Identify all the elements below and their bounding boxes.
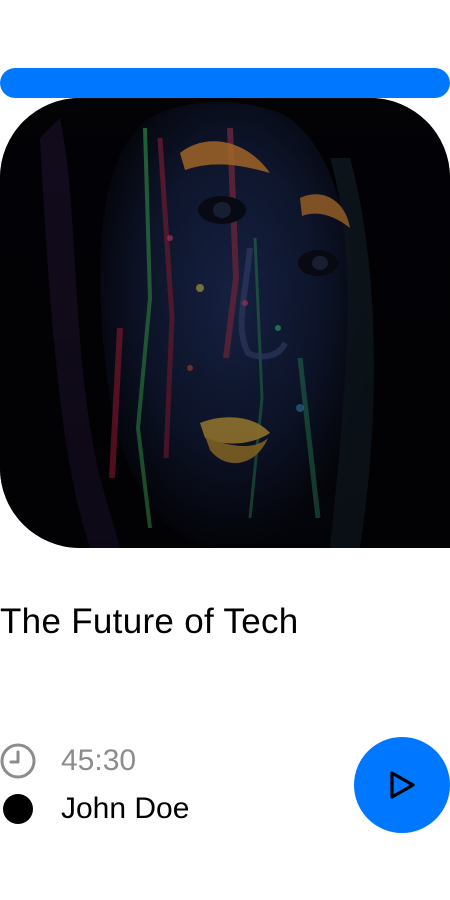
episode-title: The Future of Tech [0, 602, 299, 641]
duration-text: 45:30 [61, 744, 137, 777]
author-row: John Doe [0, 790, 189, 828]
progress-fill [0, 68, 450, 98]
avatar-dot-icon [3, 794, 33, 824]
clock-icon [0, 743, 36, 779]
episode-card: The Future of Tech 45:30 John Doe [0, 0, 450, 900]
cover-artwork [0, 98, 450, 548]
play-button[interactable] [354, 737, 450, 833]
play-icon [390, 771, 415, 799]
progress-bar[interactable] [0, 68, 450, 98]
author-name: John Doe [61, 792, 190, 825]
duration-row: 45:30 [0, 742, 136, 780]
